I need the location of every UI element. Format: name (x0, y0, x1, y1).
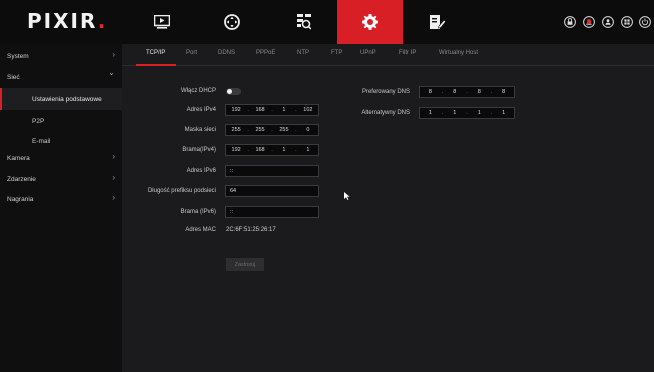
tab-port[interactable]: Port (186, 50, 197, 56)
ip-octet: 8 (477, 89, 481, 95)
ip-octet: 1 (428, 110, 432, 116)
tab-ftp[interactable]: FTP (331, 50, 342, 56)
mask-input[interactable]: 255. 255. 255. 0 (225, 124, 319, 136)
dns1-input[interactable]: 8. 8. 8. 8 (419, 86, 515, 98)
lock-icon[interactable] (563, 15, 577, 29)
nav-search[interactable] (271, 0, 337, 44)
sidebar-item-network[interactable]: Sieć ⌄ (0, 67, 122, 87)
ip-octet: 192 (231, 147, 241, 153)
tab-tcpip[interactable]: TCP/IP (146, 50, 165, 56)
ptz-icon (224, 14, 240, 30)
nav-settings[interactable] (337, 0, 403, 44)
prefix-label: Długość prefiksu podsieci (147, 188, 216, 194)
ipv6-label: Adres IPv6 (186, 168, 216, 174)
sidebar-item-label: Kamera (7, 154, 30, 162)
top-bar: PIXIR. (0, 0, 654, 44)
settings-icon (362, 14, 378, 30)
main-panel: TCP/IP Port DDNS PPPoE NTP FTP UPnP Filt… (122, 44, 654, 372)
ip-octet: 102 (303, 107, 313, 113)
chevron-right-icon: › (112, 173, 115, 182)
nav-edit[interactable] (405, 0, 471, 44)
mac-label: Adres MAC (185, 227, 216, 233)
dns1-label: Preferowany DNS (361, 89, 410, 95)
sidebar-item-system[interactable]: System › (0, 46, 122, 66)
prefix-input[interactable]: 64 (225, 185, 319, 197)
ip-octet: 1 (282, 107, 286, 113)
edit-icon (430, 15, 446, 29)
gateway6-label: Brama (IPv6) (180, 209, 216, 215)
dhcp-toggle[interactable] (226, 88, 241, 95)
mouse-cursor-icon (344, 192, 350, 200)
ip-octet: 255 (279, 127, 289, 133)
playback-icon (154, 15, 170, 29)
sidebar-item-label: E-mail (32, 137, 51, 145)
active-tab-indicator (136, 64, 176, 66)
ipv6-input[interactable]: :: (225, 165, 319, 177)
sidebar-item-label: Nagrania (7, 195, 34, 203)
ip-octet: 1 (282, 147, 286, 153)
chevron-right-icon: › (112, 152, 115, 161)
sidebar-item-label: Zdarzenie (7, 175, 36, 183)
ipv4-input[interactable]: 192. 168. 1. 102 (225, 104, 319, 116)
ip-octet: 1 (477, 110, 481, 116)
tab-upnp[interactable]: UPnP (360, 50, 376, 56)
grid-icon[interactable] (620, 15, 634, 29)
chevron-right-icon: › (112, 50, 115, 59)
chevron-down-icon: ⌄ (108, 68, 115, 77)
tab-virtual-host[interactable]: Wirtualny Host (439, 50, 478, 56)
sidebar: System › Sieć ⌄ Ustawienia podstawowe P2… (0, 44, 122, 372)
ipv4-label: Adres IPv4 (186, 107, 216, 113)
sidebar-item-label: Ustawienia podstawowe (32, 95, 102, 103)
tab-bar: TCP/IP Port DDNS PPPoE NTP FTP UPnP Filt… (122, 44, 654, 66)
gateway-label: Brama(IPv4) (182, 147, 216, 153)
apply-button[interactable]: Zastosuj (226, 258, 264, 271)
sidebar-item-camera[interactable]: Kamera › (0, 148, 122, 168)
ip-octet: 1 (453, 110, 457, 116)
sidebar-item-p2p[interactable]: P2P (0, 110, 122, 132)
dhcp-label: Włącz DHCP (180, 88, 216, 94)
alarm-icon[interactable] (582, 15, 596, 29)
ip-octet: 0 (306, 127, 310, 133)
nav-playback[interactable] (129, 0, 195, 44)
ip-octet: 1 (502, 110, 506, 116)
ip-octet: 8 (502, 89, 506, 95)
nav-ptz[interactable] (199, 0, 265, 44)
search-icon (297, 14, 311, 30)
user-icon[interactable] (601, 15, 615, 29)
ip-octet: 1 (306, 147, 310, 153)
sidebar-item-label: System (7, 52, 29, 60)
tab-ip-filter[interactable]: Filtr IP (399, 50, 416, 56)
dns2-label: Alternatywny DNS (361, 110, 410, 116)
ip-octet: 168 (255, 147, 265, 153)
ip-octet: 168 (255, 107, 265, 113)
sidebar-item-recording[interactable]: Nagrania › (0, 189, 122, 209)
mask-label: Maska sieci (184, 127, 216, 133)
ip-octet: 8 (428, 89, 432, 95)
dns2-input[interactable]: 1. 1. 1. 1 (419, 107, 515, 119)
toggle-knob (227, 89, 232, 94)
sidebar-item-label: P2P (32, 117, 45, 125)
tab-pppoe[interactable]: PPPoE (256, 50, 275, 56)
gateway6-input[interactable]: :: (225, 206, 319, 218)
tab-ddns[interactable]: DDNS (218, 50, 235, 56)
tab-ntp[interactable]: NTP (297, 50, 309, 56)
ip-octet: 255 (255, 127, 265, 133)
ip-octet: 255 (231, 127, 241, 133)
logo: PIXIR. (27, 9, 108, 33)
sidebar-item-label: Sieć (7, 73, 20, 81)
ip-octet: 8 (453, 89, 457, 95)
mac-value: 2C:6F:51:25:26:17 (226, 227, 276, 233)
power-icon[interactable] (639, 15, 654, 29)
gateway-input[interactable]: 192. 168. 1. 1 (225, 144, 319, 156)
ip-octet: 192 (231, 107, 241, 113)
sidebar-item-event[interactable]: Zdarzenie › (0, 169, 122, 189)
chevron-right-icon: › (112, 193, 115, 202)
sidebar-item-basic-settings[interactable]: Ustawienia podstawowe (0, 88, 122, 110)
